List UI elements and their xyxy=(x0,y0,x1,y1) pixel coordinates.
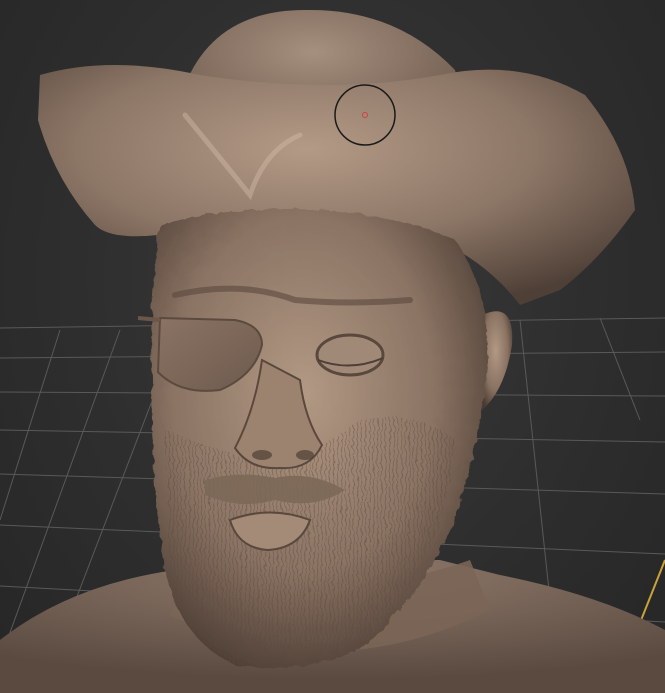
model-closed-eye xyxy=(315,333,385,377)
viewport-canvas[interactable] xyxy=(0,0,665,693)
eye-patch-strap xyxy=(137,316,161,322)
sculpt-viewport[interactable] xyxy=(0,0,665,693)
